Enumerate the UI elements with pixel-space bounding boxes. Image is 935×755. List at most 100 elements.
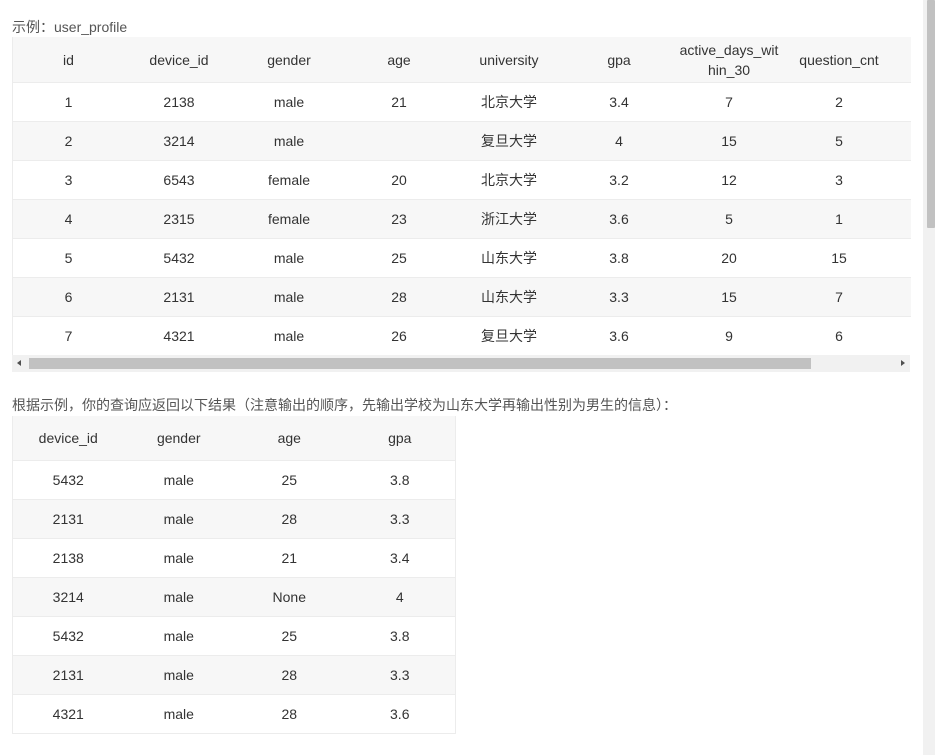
table-cell: male bbox=[123, 655, 234, 695]
table-cell: 4 bbox=[564, 121, 674, 161]
table-cell: 4 bbox=[13, 199, 124, 239]
column-header: device_id bbox=[13, 416, 124, 461]
table-cell: 2131 bbox=[124, 277, 234, 317]
page-scrollbar-thumb[interactable] bbox=[927, 0, 935, 228]
table-cell: female bbox=[234, 199, 344, 239]
table-cell: 2138 bbox=[13, 538, 124, 578]
table-cell: 23 bbox=[344, 199, 454, 239]
page-vertical-scrollbar[interactable] bbox=[923, 0, 935, 755]
table-row: 2138 male 21 3.4 bbox=[13, 538, 455, 578]
result-table-container: device_id gender age gpa 5432 male 25 3.8 2131 m… bbox=[12, 416, 456, 734]
table-cell: None bbox=[234, 577, 345, 617]
table-cell: male bbox=[234, 121, 344, 161]
table-cell-filler bbox=[894, 121, 911, 161]
table-cell-filler bbox=[894, 160, 911, 200]
table-cell: 3.6 bbox=[564, 316, 674, 355]
table-cell: 北京大学 bbox=[454, 82, 564, 122]
column-header: gender bbox=[123, 416, 234, 461]
example-table-container[interactable]: id device_id gender age university gpa active_… bbox=[12, 37, 911, 355]
result-caption: 根据示例，你的查询应返回以下结果（注意输出的顺序，先输出学校为山东大学再输出性别… bbox=[12, 397, 677, 413]
table-cell: 复旦大学 bbox=[454, 121, 564, 161]
table-cell: 3.6 bbox=[344, 694, 455, 733]
table-cell: 3.2 bbox=[564, 160, 674, 200]
table-cell-filler bbox=[894, 199, 911, 239]
table-cell: 7 bbox=[13, 316, 124, 355]
column-header: id bbox=[13, 37, 124, 83]
example-caption: 示例：user_profile bbox=[12, 19, 128, 35]
column-header: active_days_within_30 bbox=[674, 37, 784, 83]
table-cell: 15 bbox=[674, 121, 784, 161]
table-cell: 3.4 bbox=[564, 82, 674, 122]
table-row: 1 2138 male 21 北京大学 3.4 7 2 bbox=[13, 82, 911, 122]
table-cell-filler bbox=[894, 238, 911, 278]
scroll-left-arrow-icon[interactable] bbox=[12, 355, 27, 372]
table-row: 2131 male 28 3.3 bbox=[13, 655, 455, 695]
table-cell: 山东大学 bbox=[454, 277, 564, 317]
table-cell: 1 bbox=[784, 199, 894, 239]
table-cell: 2138 bbox=[124, 82, 234, 122]
table-cell: male bbox=[123, 499, 234, 539]
table-cell: 1 bbox=[13, 82, 124, 122]
column-header: device_id bbox=[124, 37, 234, 83]
column-header: gpa bbox=[344, 416, 455, 461]
table-cell: male bbox=[234, 82, 344, 122]
scrollbar-thumb[interactable] bbox=[29, 358, 811, 369]
table-cell: 3214 bbox=[13, 577, 124, 617]
table-row: 7 4321 male 26 复旦大学 3.6 9 6 bbox=[13, 316, 911, 355]
table-cell: male bbox=[123, 577, 234, 617]
table-cell-filler bbox=[894, 82, 911, 122]
table-row: 2131 male 28 3.3 bbox=[13, 499, 455, 539]
table-cell: male bbox=[123, 460, 234, 500]
table-cell: 3 bbox=[784, 160, 894, 200]
table-row: 3 6543 female 20 北京大学 3.2 12 3 bbox=[13, 160, 911, 200]
table-cell: 25 bbox=[234, 616, 345, 656]
column-header: age bbox=[234, 416, 345, 461]
table-cell: 3.3 bbox=[344, 499, 455, 539]
table-cell: 5 bbox=[13, 238, 124, 278]
table-cell: 浙江大学 bbox=[454, 199, 564, 239]
table-cell: 7 bbox=[674, 82, 784, 122]
table-cell: 20 bbox=[344, 160, 454, 200]
table-cell: 3.8 bbox=[344, 616, 455, 656]
horizontal-scrollbar[interactable] bbox=[12, 355, 910, 372]
table-cell: 15 bbox=[674, 277, 784, 317]
column-header: university bbox=[454, 37, 564, 83]
table-cell: 28 bbox=[234, 694, 345, 733]
table-cell: male bbox=[234, 277, 344, 317]
table-cell: 4321 bbox=[13, 694, 124, 733]
table-cell: male bbox=[123, 538, 234, 578]
table-cell: 5 bbox=[784, 121, 894, 161]
table-header-row: device_id gender age gpa bbox=[13, 416, 455, 461]
table-row: 5 5432 male 25 山东大学 3.8 20 15 bbox=[13, 238, 911, 278]
table-cell: 12 bbox=[674, 160, 784, 200]
table-cell: 3.8 bbox=[344, 460, 455, 500]
column-header: gender bbox=[234, 37, 344, 83]
table-cell: 山东大学 bbox=[454, 238, 564, 278]
table-cell: 7 bbox=[784, 277, 894, 317]
table-cell: 3.6 bbox=[564, 199, 674, 239]
table-row: 4 2315 female 23 浙江大学 3.6 5 1 bbox=[13, 199, 911, 239]
table-row: 2 3214 male 复旦大学 4 15 5 bbox=[13, 121, 911, 161]
table-cell: 3.3 bbox=[344, 655, 455, 695]
table-row: 5432 male 25 3.8 bbox=[13, 616, 455, 656]
table-cell: 6543 bbox=[124, 160, 234, 200]
table-cell: 4321 bbox=[124, 316, 234, 355]
table-cell: male bbox=[234, 316, 344, 355]
table-cell: 3.4 bbox=[344, 538, 455, 578]
table-cell: 21 bbox=[234, 538, 345, 578]
table-cell: 20 bbox=[674, 238, 784, 278]
table-cell: 25 bbox=[234, 460, 345, 500]
table-cell: 2315 bbox=[124, 199, 234, 239]
table-cell: 6 bbox=[13, 277, 124, 317]
table-row: 3214 male None 4 bbox=[13, 577, 455, 617]
table-cell: 25 bbox=[344, 238, 454, 278]
column-header: age bbox=[344, 37, 454, 83]
scroll-right-arrow-icon[interactable] bbox=[895, 355, 910, 372]
table-cell: 4 bbox=[344, 577, 455, 617]
table-cell: 2 bbox=[13, 121, 124, 161]
table-row: 4321 male 28 3.6 bbox=[13, 694, 455, 733]
table-cell-filler bbox=[894, 277, 911, 317]
table-cell: male bbox=[234, 238, 344, 278]
table-body: 5432 male 25 3.8 2131 male 28 3.3 2138 male 21 3.4 3… bbox=[13, 460, 455, 733]
table-cell: 3 bbox=[13, 160, 124, 200]
